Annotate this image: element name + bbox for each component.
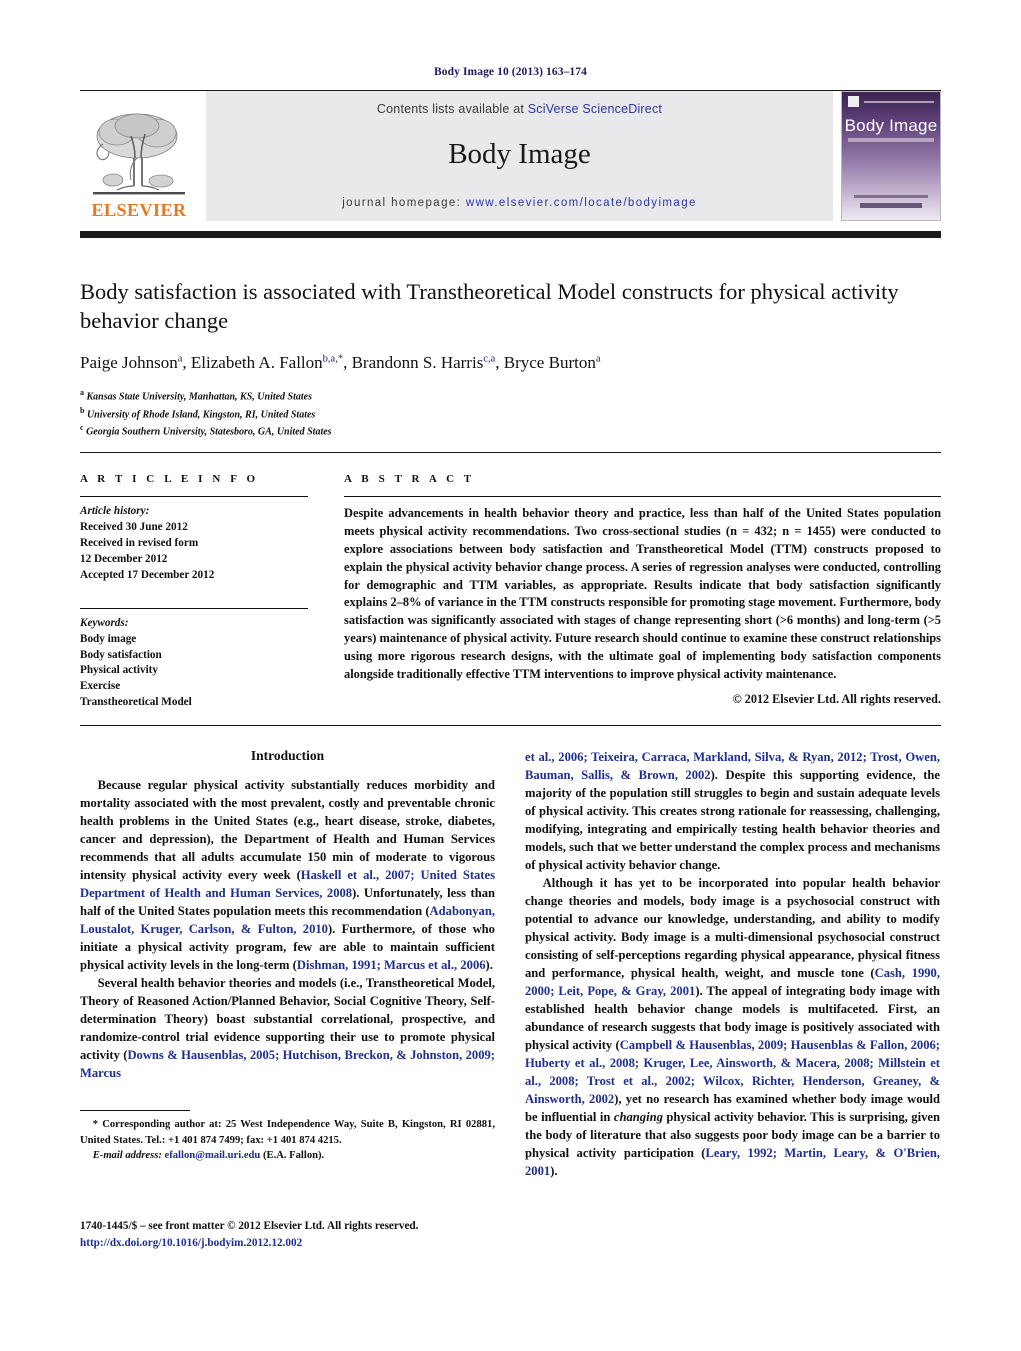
keyword-3: Exercise — [80, 680, 121, 693]
cover-elsevier-mark-icon — [848, 96, 859, 107]
article-info-rule — [80, 496, 308, 498]
abstract-rule — [344, 496, 941, 498]
article-body: Introduction Because regular physical ac… — [80, 748, 941, 1180]
body-text: ). Despite this supporting evidence, the… — [525, 768, 940, 873]
body-column-left: Introduction Because regular physical ac… — [80, 748, 495, 1180]
body-paragraph: et al., 2006; Teixeira, Carraca, Marklan… — [525, 748, 940, 874]
article-history: Article history: Received 30 June 2012 R… — [80, 504, 308, 584]
email-link[interactable]: efallon@mail.uri.edu — [165, 1150, 261, 1161]
article-history-line-3: Accepted 17 December 2012 — [80, 568, 215, 581]
article-history-line-0: Received 30 June 2012 — [80, 521, 188, 534]
page-footer: 1740-1445/$ – see front matter © 2012 El… — [80, 1218, 418, 1252]
journal-header-band: ELSEVIER Contents lists available at Sci… — [80, 91, 941, 221]
citation-link[interactable]: Downs & Hausenblas, 2005; Hutchison, Bre… — [80, 1048, 495, 1080]
journal-homepage-line: journal homepage: www.elsevier.com/locat… — [342, 197, 697, 209]
abstract-text: Despite advancements in health behavior … — [344, 506, 942, 681]
elsevier-wordmark: ELSEVIER — [91, 200, 187, 220]
keyword-0: Body image — [80, 632, 137, 645]
body-text: Although it has yet to be incorporated i… — [525, 876, 940, 981]
journal-article-page: Body Image 10 (2013) 163–174 ELSEVIER Co… — [0, 0, 1021, 1351]
keyword-2: Physical activity — [80, 664, 158, 677]
affiliation-marker-c: c — [80, 423, 84, 433]
emphasis-text: changing — [613, 1110, 663, 1125]
elsevier-tree-icon — [93, 113, 185, 195]
affiliation-text-b: University of Rhode Island, Kingston, RI… — [86, 408, 316, 420]
affiliation-b: b University of Rhode Island, Kingston, … — [80, 405, 941, 423]
article-info-column: A R T I C L E I N F O Article history: R… — [80, 473, 308, 711]
journal-banner: Contents lists available at SciVerse Sci… — [206, 91, 833, 221]
article-info-heading: A R T I C L E I N F O — [80, 473, 259, 486]
cover-journal-title: Body Image — [844, 116, 938, 135]
cover-footer-bar-2 — [860, 203, 922, 208]
doi-link[interactable]: http://dx.doi.org/10.1016/j.bodyim.2012.… — [80, 1235, 418, 1252]
contents-available-line: Contents lists available at SciVerse Sci… — [377, 102, 662, 116]
body-text: ). — [485, 958, 493, 973]
article-history-line-2: 12 December 2012 — [80, 552, 168, 565]
keywords-block: Keywords: Body image Body satisfaction P… — [80, 616, 308, 711]
citation-link[interactable]: Dishman, 1991; Marcus et al., 2006 — [297, 958, 486, 972]
affiliation-list: a Kansas State University, Manhattan, KS… — [80, 387, 941, 440]
body-text: Because regular physical activity substa… — [80, 778, 495, 883]
keyword-4: Transtheoretical Model — [80, 696, 192, 709]
cover-footer-bar-1 — [854, 195, 928, 198]
issn-copyright-line: 1740-1445/$ – see front matter © 2012 El… — [80, 1220, 419, 1232]
keywords-rule — [80, 607, 308, 609]
body-column-right: et al., 2006; Teixeira, Carraca, Marklan… — [525, 748, 940, 1180]
left-paragraphs: Because regular physical activity substa… — [80, 776, 495, 1082]
affiliation-text-a: Kansas State University, Manhattan, KS, … — [86, 391, 313, 403]
email-label: E-mail address: — [92, 1149, 162, 1161]
keyword-1: Body satisfaction — [80, 648, 162, 661]
cover-topbar — [848, 96, 934, 107]
body-paragraph: Because regular physical activity substa… — [80, 776, 495, 974]
email-suffix: (E.A. Fallon). — [260, 1149, 325, 1161]
corresponding-author-note: * Corresponding author at: 25 West Indep… — [80, 1119, 495, 1146]
authors-divider — [80, 452, 941, 454]
page-title: Body satisfaction is associated with Tra… — [80, 279, 899, 333]
journal-cover-thumbnail: Body Image — [841, 91, 941, 221]
title-block: Body satisfaction is associated with Tra… — [80, 278, 941, 440]
abstract-divider — [80, 725, 941, 727]
homepage-prefix: journal homepage: — [342, 197, 466, 209]
sciencedirect-link[interactable]: SciVerse ScienceDirect — [528, 102, 662, 116]
body-paragraph: Although it has yet to be incorporated i… — [525, 874, 940, 1180]
footnote-block: * Corresponding author at: 25 West Indep… — [80, 1110, 495, 1163]
section-heading-introduction: Introduction — [250, 748, 325, 764]
affiliation-marker-a: a — [80, 387, 84, 397]
journal-title: Body Image — [448, 138, 591, 170]
body-paragraph: Several health behavior theories and mod… — [80, 974, 495, 1082]
footnote-rule — [80, 1110, 190, 1112]
elsevier-logo: ELSEVIER — [80, 91, 198, 221]
article-history-line-1: Received in revised form — [80, 536, 199, 549]
right-paragraphs: et al., 2006; Teixeira, Carraca, Marklan… — [525, 748, 940, 1180]
author-list: Paige Johnsona, Elizabeth A. Fallonb,a,*… — [80, 352, 601, 372]
affiliation-a: a Kansas State University, Manhattan, KS… — [80, 387, 941, 405]
header-divider-bar — [80, 231, 941, 238]
abstract-heading: A B S T R A C T — [344, 473, 475, 486]
running-head: Body Image 10 (2013) 163–174 — [434, 66, 587, 78]
keywords-label: Keywords: — [80, 616, 129, 629]
affiliation-c: c Georgia Southern University, Statesbor… — [80, 422, 941, 440]
contents-prefix: Contents lists available at — [376, 102, 528, 116]
email-note: E-mail address: efallon@mail.uri.edu (E.… — [80, 1148, 495, 1163]
body-text: ). — [550, 1164, 558, 1179]
abstract-column: A B S T R A C T Despite advancements in … — [344, 473, 941, 711]
info-abstract-row: A R T I C L E I N F O Article history: R… — [80, 473, 941, 711]
cover-rule — [864, 100, 934, 103]
article-history-label: Article history: — [80, 505, 150, 518]
affiliation-marker-b: b — [80, 405, 85, 415]
affiliation-text-c: Georgia Southern University, Statesboro,… — [86, 426, 332, 438]
abstract-copyright: © 2012 Elsevier Ltd. All rights reserved… — [732, 691, 941, 706]
journal-homepage-link[interactable]: www.elsevier.com/locate/bodyimage — [466, 197, 697, 209]
cover-subtitle-bar — [848, 138, 934, 142]
